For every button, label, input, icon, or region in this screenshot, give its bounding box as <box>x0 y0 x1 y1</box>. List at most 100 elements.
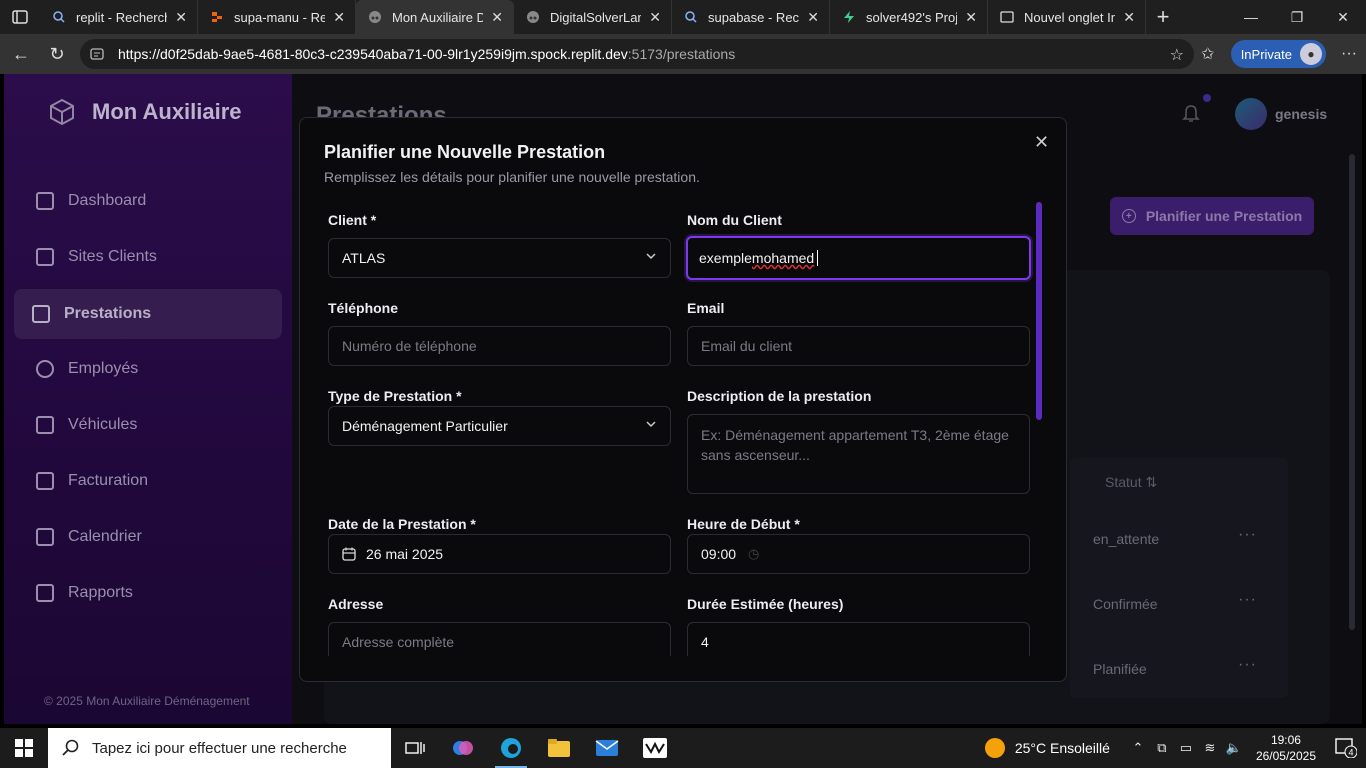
notification-center-icon[interactable]: 4 <box>1326 738 1366 758</box>
avatar[interactable] <box>1235 98 1267 130</box>
url-field[interactable]: https://d0f25dab-9ae5-4681-80c3-c239540a… <box>80 39 1194 69</box>
file-explorer-icon[interactable] <box>535 728 583 768</box>
task-view-icon[interactable] <box>391 728 439 768</box>
client-name-input[interactable]: exemple mohamed <box>686 236 1031 280</box>
sidebar-item-label: Rapports <box>68 584 133 601</box>
restore-icon[interactable]: ❐ <box>1274 0 1320 34</box>
date-picker[interactable]: 26 mai 2025 <box>328 534 671 574</box>
sidebar-item-rapports[interactable]: Rapports <box>36 584 133 602</box>
chevron-down-icon <box>646 253 656 260</box>
windsurf-icon[interactable] <box>631 728 679 768</box>
date-label: Date de la Prestation * <box>328 516 476 532</box>
status-column-header[interactable]: Statut ⇅ <box>1105 474 1157 491</box>
sidebar: Mon Auxiliaire Dashboard Sites Clients P… <box>4 74 292 724</box>
browser-tab-bar: replit - Recherche ✕ supa-manu - Repli ✕… <box>0 0 1366 34</box>
volume-icon[interactable]: 🔈 <box>1222 740 1246 756</box>
edge-browser-icon[interactable] <box>487 728 535 768</box>
address-placeholder: Adresse complète <box>342 634 455 650</box>
notification-count: 4 <box>1348 748 1353 758</box>
username[interactable]: genesis <box>1275 106 1327 122</box>
dialog-scrollbar[interactable] <box>1036 202 1042 420</box>
back-arrow-icon[interactable]: ← <box>2 35 40 73</box>
close-icon[interactable]: ✕ <box>965 9 977 26</box>
status-cell: en_attente <box>1093 531 1160 547</box>
row-actions-icon[interactable]: ··· <box>1238 591 1257 609</box>
page-scrollbar[interactable] <box>1349 154 1355 630</box>
bell-icon[interactable] <box>1182 104 1200 124</box>
minimize-icon[interactable]: — <box>1228 0 1274 34</box>
wifi-icon[interactable]: ≋ <box>1198 740 1222 756</box>
sidebar-item-label: Employés <box>68 360 139 377</box>
phone-input[interactable]: Numéro de téléphone <box>328 326 671 366</box>
inprivate-badge[interactable]: InPrivate ● <box>1230 40 1326 68</box>
browser-tab-4[interactable]: DigitalSolverLand ✕ <box>514 0 672 34</box>
row-actions-icon[interactable]: ··· <box>1238 656 1257 674</box>
close-icon[interactable]: ✕ <box>175 9 187 26</box>
browser-tab-7[interactable]: Nouvel onglet InP ✕ <box>988 0 1146 34</box>
favorite-star-icon[interactable]: ☆ <box>1170 45 1184 65</box>
email-input[interactable]: Email du client <box>687 326 1030 366</box>
row-actions-icon[interactable]: ··· <box>1238 526 1257 544</box>
sidebar-item-dashboard[interactable]: Dashboard <box>36 192 146 210</box>
replit-icon <box>210 10 224 24</box>
sidebar-item-employes[interactable]: Employés <box>36 360 138 378</box>
mail-icon[interactable] <box>583 728 631 768</box>
clock-icon[interactable]: ◷ <box>748 546 759 562</box>
chevron-up-icon[interactable]: ⌃ <box>1126 740 1150 756</box>
clock[interactable]: 19:06 26/05/2025 <box>1256 732 1316 764</box>
tab-title: DigitalSolverLand <box>550 9 641 25</box>
description-label: Description de la prestation <box>687 388 872 404</box>
brand[interactable]: Mon Auxiliaire <box>48 98 242 126</box>
type-select[interactable]: Déménagement Particulier <box>328 406 671 446</box>
refresh-icon[interactable]: ↻ <box>38 35 76 73</box>
url-path: :5173/prestations <box>627 46 736 62</box>
close-icon[interactable]: ✕ <box>491 9 503 26</box>
browser-tab-6[interactable]: solver492's Projec ✕ <box>830 0 988 34</box>
sidebar-item-vehicules[interactable]: Véhicules <box>36 416 137 434</box>
meet-now-icon[interactable]: ⧉ <box>1150 740 1174 756</box>
close-window-icon[interactable]: ✕ <box>1320 0 1366 34</box>
email-label: Email <box>687 300 725 316</box>
close-icon[interactable]: ✕ <box>807 9 819 26</box>
client-name-label: Nom du Client <box>687 212 782 228</box>
brand-name: Mon Auxiliaire <box>92 99 242 124</box>
copilot-icon[interactable] <box>439 728 487 768</box>
sidebar-item-prestations[interactable]: Prestations <box>14 289 282 339</box>
taskbar-search-input[interactable]: Tapez ici pour effectuer une recherche <box>48 728 391 768</box>
client-select-value: ATLAS <box>342 250 386 266</box>
plan-prestation-button[interactable]: + Planifier une Prestation <box>1110 197 1314 235</box>
address-input[interactable]: Adresse complète <box>328 622 671 656</box>
browser-tab-1[interactable]: replit - Recherche ✕ <box>40 0 198 34</box>
battery-icon[interactable]: ▭ <box>1174 740 1198 756</box>
search-icon <box>62 739 79 756</box>
browser-tab-5[interactable]: supabase - Recher ✕ <box>672 0 830 34</box>
start-time-input[interactable]: 09:00 ◷ <box>687 534 1030 574</box>
description-textarea[interactable]: Ex: Déménagement appartement T3, 2ème ét… <box>687 414 1030 494</box>
client-select[interactable]: ATLAS <box>328 238 671 278</box>
more-menu-icon[interactable]: ··· <box>1332 45 1366 63</box>
tab-title: solver492's Projec <box>866 9 957 25</box>
sidebar-item-sites-clients[interactable]: Sites Clients <box>36 248 157 266</box>
close-icon[interactable]: ✕ <box>333 9 345 26</box>
close-icon[interactable]: ✕ <box>649 9 661 26</box>
close-icon[interactable]: ✕ <box>1123 9 1135 26</box>
sidebar-item-facturation[interactable]: Facturation <box>36 472 148 490</box>
favorites-icon[interactable]: ✩ <box>1191 44 1225 64</box>
type-label: Type de Prestation * <box>328 388 462 404</box>
site-info-icon[interactable] <box>90 46 106 62</box>
windows-start-icon[interactable] <box>0 728 48 768</box>
sidebar-item-label: Véhicules <box>68 416 138 433</box>
incognito-icon <box>368 10 382 24</box>
new-tab-button[interactable]: + <box>1146 0 1180 34</box>
sun-icon[interactable] <box>984 738 1005 758</box>
start-time-label: Heure de Début * <box>687 516 800 532</box>
sidebar-item-calendrier[interactable]: Calendrier <box>36 528 142 546</box>
close-icon[interactable]: ✕ <box>1034 132 1049 153</box>
browser-tab-3[interactable]: Mon Auxiliaire Dé ✕ <box>356 0 514 34</box>
tab-actions-icon[interactable] <box>0 0 40 34</box>
type-select-value: Déménagement Particulier <box>342 418 508 434</box>
sidebar-item-label: Prestations <box>64 305 152 322</box>
browser-tab-2[interactable]: supa-manu - Repli ✕ <box>198 0 356 34</box>
weather-text[interactable]: 25°C Ensoleillé <box>1015 740 1110 756</box>
duration-input[interactable]: 4 <box>687 622 1030 656</box>
